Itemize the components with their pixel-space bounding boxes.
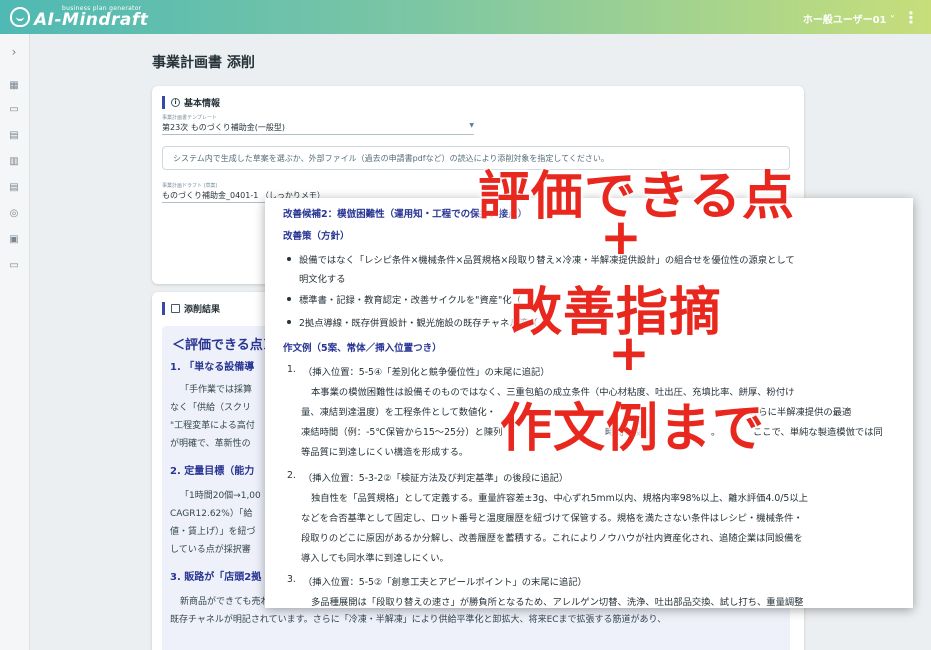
example-text: 凍結時間（例：-5℃保管から15〜25分）と陳列 [301, 427, 503, 438]
review-item-heading: 3. 販路が「店頭2拠 [170, 572, 262, 583]
example-insert-position: （挿入位置：5-5④「差別化と競争優位性」の末尾に追記） [303, 367, 550, 378]
example-text: 量、凍結到達温度）を工程条件として数値化・ [301, 407, 496, 418]
document-edit-icon[interactable]: ▤ [7, 130, 21, 142]
logo-wordmark: AI-Mindraft [34, 9, 149, 30]
example-text: 等品質に到達しにくい構造を形成する。 [301, 447, 469, 458]
chevron-down-icon: ▼ [469, 122, 474, 129]
document-icon[interactable]: ▥ [7, 156, 21, 168]
review-item-heading: 1. 「単なる設備導 [170, 362, 255, 373]
review-heading: 添削結果 [162, 302, 220, 315]
example-number: 2. [287, 470, 296, 481]
bullet-dot [287, 257, 291, 261]
example-text: 導入しても同水準に到達しにくい。 [301, 553, 449, 564]
review-title: 添削結果 [184, 305, 221, 315]
basic-info-title: 基本情報 [184, 99, 221, 109]
template-label: 事業計画書テンプレート [162, 115, 217, 121]
policy-heading: 改善策（方針） [283, 231, 350, 242]
review-item-text: なく「供給（スクリ [170, 403, 252, 413]
example-text: 多品種展開は「段取り替えの速さ」が勝負所となるため、アレルゲン切替、洗浄、吐出部… [311, 597, 804, 608]
sidebar-toggle-icon[interactable]: › [7, 46, 21, 58]
grid-icon[interactable]: ▦ [7, 80, 21, 92]
review-item-text: CAGR12.62%）「給 [170, 509, 253, 519]
caption-examples: 作文例まで [500, 399, 766, 459]
more-vert-icon[interactable]: ⋮ [903, 8, 919, 27]
clipboard-icon[interactable]: ▣ [7, 234, 21, 246]
example-text: ここで、単純な製造模倣では同 [753, 427, 883, 438]
review-item-text: 値・賃上げ）」を紐づ [170, 527, 256, 537]
review-item-text: 既存チャネルが明記されています。さらに「冷凍・半解凍」により供給平準化と卸拡大、… [170, 615, 667, 625]
bullet-dot [287, 297, 291, 301]
example-number: 3. [287, 574, 296, 585]
example-insert-position: （挿入位置：5-3-2②「検証方法及び判定基準」の後段に追記） [303, 473, 569, 484]
examples-heading: 作文例（5案、常体／挿入位置つき） [283, 343, 442, 354]
template-value: 第23次 ものづくり補助金(一般型) [162, 123, 285, 132]
bullet-dot [287, 320, 291, 324]
user-menu[interactable]: ホー般ユーザー01 ˅ [803, 11, 895, 26]
app-logo[interactable]: business plan generator AI-Mindraft [10, 5, 149, 30]
example-number: 1. [287, 364, 296, 375]
chat-icon[interactable]: ▭ [7, 104, 21, 116]
top-app-bar: business plan generator AI-Mindraft ホー般ユ… [0, 0, 931, 34]
policy-bullet: 標準書・記録・教育認定・改善サイクルを"資産"化（ [299, 295, 521, 306]
policy-bullet: 明文化する [299, 274, 346, 285]
review-item-text: が明確で、革新性の [170, 439, 251, 449]
document-list-icon[interactable]: ▤ [7, 182, 21, 194]
caption-plus: + [608, 324, 650, 382]
page-title: 事業計画書 添削 [152, 55, 255, 71]
review-item-text: 「1時間20個→1,00 [180, 491, 261, 501]
review-item-heading: 2. 定量目標（能力 [170, 466, 255, 477]
folder-icon[interactable]: ▭ [7, 260, 21, 272]
caption-plus: + [600, 208, 642, 266]
review-item-text: 「手作業では採算 [180, 385, 253, 395]
basic-info-heading: i 基本情報 [162, 96, 220, 109]
draft-label: 事業計画ドラフト (草案) [162, 183, 218, 189]
example-insert-position: （挿入位置：5-5②「創意工夫とアピールポイント」の末尾に追記） [303, 577, 587, 588]
template-select[interactable]: 第23次 ものづくり補助金(一般型) ▼ [162, 122, 474, 135]
info-icon: i [171, 98, 180, 107]
policy-bullet: 設備ではなく「レシピ条件×機械条件×品質規格×段取り替え×冷凍・半解凍提供設計」… [299, 255, 795, 266]
sidebar: › ▦ ▭ ▤ ▥ ▤ ◎ ▣ ▭ [0, 34, 30, 650]
user-icon[interactable]: ◎ [7, 208, 21, 220]
review-strengths-heading: ＜評価できる点＞ [172, 338, 276, 353]
logo-mark-icon [10, 7, 30, 27]
example-text: などを合否基準として固定し、ロット番号と温度履歴を紐づけて保管する。規格を満たさ… [301, 513, 803, 524]
review-item-text: "工程変革による高付 [170, 421, 255, 431]
review-item-text: している点が採択審 [170, 545, 251, 555]
example-text: 段取りのどこに原因があるか分解し、改善履歴を蓄積する。これによりノウハウが社内資… [301, 533, 803, 544]
example-text: 独自性を「品質規格」として定義する。重量許容差±3g、中心ずれ5mm以内、規格内… [311, 493, 808, 504]
policy-bullet: 2拠点導線・既存併買設計・観光施設の既存チャネル等（ [299, 318, 538, 329]
document-icon [171, 304, 180, 313]
